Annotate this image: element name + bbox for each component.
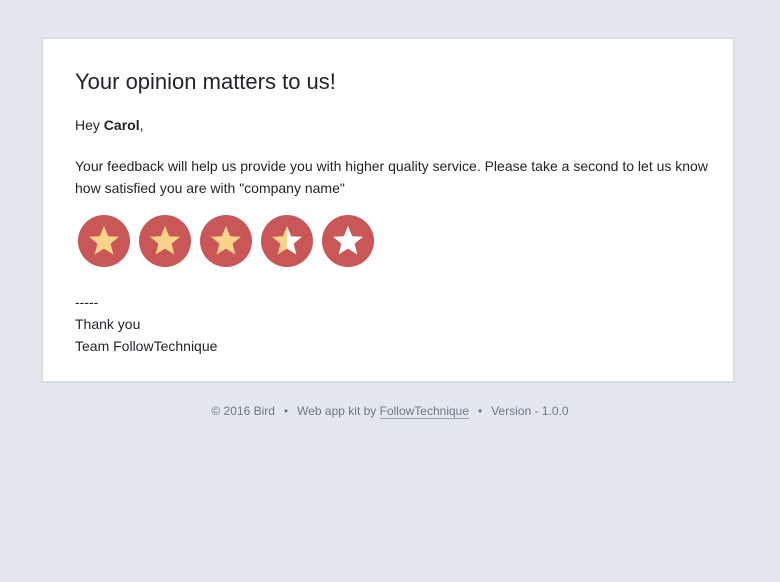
greeting: Hey Carol, (75, 117, 143, 133)
star-icon (150, 226, 180, 255)
signoff: ----- Thank you Team FollowTechnique (75, 291, 217, 357)
star-icon (89, 226, 119, 255)
recipient-name: Carol (103, 117, 140, 133)
signoff-separator: ----- (75, 294, 99, 310)
email-title: Your opinion matters to us! (75, 69, 336, 94)
rating-star-5[interactable] (322, 215, 374, 267)
footer-kit-prefix: Web app kit by (297, 404, 380, 418)
footer-kit-link[interactable]: FollowTechnique (379, 404, 470, 419)
footer-version: Version - 1.0.0 (491, 404, 569, 418)
empty-star-icon (333, 226, 363, 255)
signoff-team: Team FollowTechnique (75, 338, 218, 354)
footer-copyright: © 2016 Bird (211, 404, 275, 418)
greeting-prefix: Hey (75, 117, 104, 133)
email-card: Your opinion matters to us! Hey Carol, Y… (41, 37, 735, 383)
half-star-icon (272, 226, 302, 255)
signoff-thanks: Thank you (75, 316, 141, 332)
footer-bullet: • (283, 404, 289, 418)
star-rating (78, 215, 374, 267)
page-footer: © 2016 Bird • Web app kit by FollowTechniq… (0, 404, 780, 419)
rating-star-4[interactable] (261, 215, 313, 267)
rating-star-2[interactable] (139, 215, 191, 267)
footer-bullet: • (478, 404, 483, 418)
email-body: Your feedback will help us provide you w… (75, 158, 708, 196)
rating-star-1[interactable] (78, 215, 130, 267)
star-icon (211, 226, 241, 255)
rating-star-3[interactable] (200, 215, 252, 267)
greeting-suffix: , (139, 117, 144, 133)
